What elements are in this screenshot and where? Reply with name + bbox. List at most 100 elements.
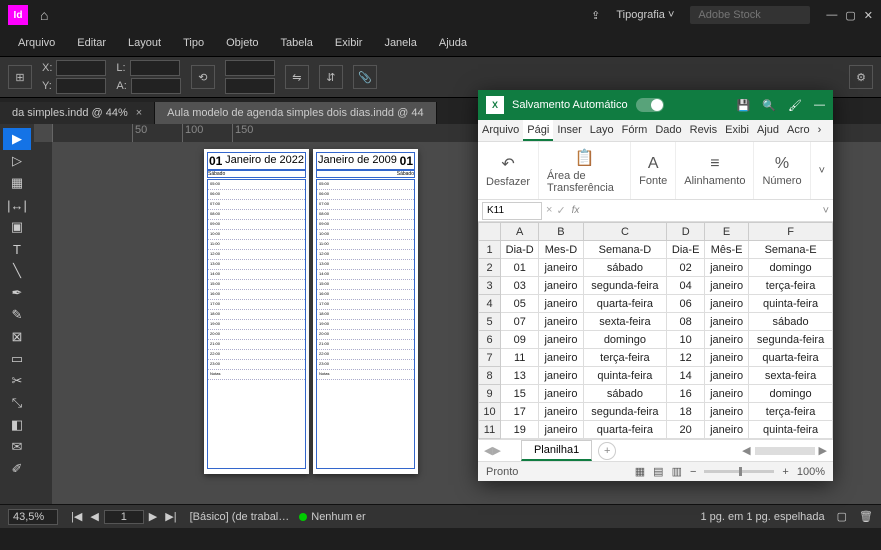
save-icon[interactable]: 💾 <box>737 99 751 112</box>
pen-tool[interactable]: ✒ <box>3 282 31 304</box>
minimize-button[interactable]: — <box>826 9 837 22</box>
formula-input[interactable] <box>583 202 818 220</box>
direct-selection-tool[interactable]: ▷ <box>3 150 31 172</box>
workspace-switcher[interactable]: Tipografia ˅ <box>616 9 674 21</box>
settings-icon[interactable]: ⚙ <box>849 65 873 89</box>
y-input[interactable] <box>56 78 106 94</box>
xl-tab-pagina[interactable]: Pági <box>523 120 553 141</box>
trash-icon[interactable]: 🗑 <box>859 510 873 523</box>
xl-tab-ajuda[interactable]: Ajud <box>753 120 783 141</box>
zoom-percent[interactable]: 100% <box>797 466 825 478</box>
menu-objeto[interactable]: Objeto <box>216 33 268 53</box>
xl-tab-layout[interactable]: Layo <box>586 120 618 141</box>
zoom-slider[interactable] <box>704 470 774 473</box>
last-page-icon[interactable]: ▶| <box>162 510 179 523</box>
excel-minimize-button[interactable]: — <box>814 99 825 111</box>
cancel-formula-icon[interactable]: × <box>546 204 552 217</box>
zoom-out-icon[interactable]: − <box>690 466 696 478</box>
menu-layout[interactable]: Layout <box>118 33 171 53</box>
a-input[interactable] <box>131 78 181 94</box>
menu-janela[interactable]: Janela <box>374 33 426 53</box>
ribbon-alignment[interactable]: ≡Alinhamento <box>676 142 754 199</box>
normal-view-icon[interactable]: ▦ <box>635 465 645 478</box>
maximize-button[interactable]: ▢ <box>845 9 855 22</box>
first-page-icon[interactable]: |◀ <box>68 510 85 523</box>
menu-ajuda[interactable]: Ajuda <box>429 33 477 53</box>
page-layout-view-icon[interactable]: ▤ <box>653 465 663 478</box>
close-button[interactable]: ✕ <box>864 9 873 22</box>
left-page[interactable]: 01Janeiro de 2022 Sábado 05:0006:0007:00… <box>204 149 309 474</box>
attach-icon[interactable]: 📎 <box>353 65 377 89</box>
name-box-input[interactable] <box>482 202 542 220</box>
flip-v-icon[interactable]: ⇵ <box>319 65 343 89</box>
autosave-label: Salvamento Automático <box>512 99 628 111</box>
flip-h-icon[interactable]: ⇋ <box>285 65 309 89</box>
rectangle-tool[interactable]: ▭ <box>3 348 31 370</box>
autosave-toggle[interactable] <box>636 98 664 112</box>
ribbon-number[interactable]: %Número <box>754 142 810 199</box>
stock-search-input[interactable] <box>690 6 810 24</box>
xl-tab-arquivo[interactable]: Arquivo <box>478 120 523 141</box>
zoom-input[interactable] <box>8 509 58 525</box>
rectangle-frame-tool[interactable]: ⊠ <box>3 326 31 348</box>
expand-formula-icon[interactable]: ˅ <box>823 205 829 217</box>
share-icon[interactable]: ⇪ <box>591 9 600 22</box>
page-input[interactable] <box>104 510 144 524</box>
gradient-tool[interactable]: ◧ <box>3 414 31 436</box>
menu-tabela[interactable]: Tabela <box>271 33 323 53</box>
sheet-next-icon[interactable]: ▶ <box>492 444 500 457</box>
paragraph-style-display[interactable]: [Básico] (de trabal… <box>190 511 290 523</box>
excel-grid[interactable]: ABCDEF1Dia-DMes-DSemana-DDia-EMês-ESeman… <box>478 222 833 439</box>
xl-tab-overflow-icon[interactable]: › <box>814 120 826 141</box>
prev-page-icon[interactable]: ◀ <box>87 510 101 523</box>
reference-point-icon[interactable]: ⊞ <box>8 65 32 89</box>
menu-exibir[interactable]: Exibir <box>325 33 373 53</box>
home-icon[interactable]: ⌂ <box>40 7 48 23</box>
add-sheet-button[interactable]: + <box>598 442 616 460</box>
sheet-prev-icon[interactable]: ◀ <box>484 444 492 457</box>
zoom-in-icon[interactable]: + <box>782 466 788 478</box>
gap-tool[interactable]: |↔| <box>3 194 31 216</box>
preflight-status[interactable]: Nenhum er <box>299 511 365 523</box>
menu-arquivo[interactable]: Arquivo <box>8 33 65 53</box>
ribbon-font[interactable]: AFonte <box>631 142 676 199</box>
enter-formula-icon[interactable]: ✓ <box>556 204 565 217</box>
doc-tab-0[interactable]: da simples.indd @ 44%× <box>0 102 155 124</box>
transform-icon[interactable]: ⟲ <box>191 65 215 89</box>
sheet-tab[interactable]: Planilha1 <box>521 440 592 461</box>
brush-icon[interactable]: 🖌 <box>788 99 802 112</box>
page-break-view-icon[interactable]: ▥ <box>672 465 682 478</box>
eyedropper-tool[interactable]: ✐ <box>3 458 31 480</box>
note-tool[interactable]: ✉ <box>3 436 31 458</box>
ribbon-clipboard[interactable]: 📋Área de Transferência <box>539 142 631 199</box>
xl-tab-acrobat[interactable]: Acro <box>783 120 814 141</box>
next-page-icon[interactable]: ▶ <box>146 510 160 523</box>
shear-input[interactable] <box>225 78 275 94</box>
rotate-input[interactable] <box>225 60 275 76</box>
l-input[interactable] <box>130 60 180 76</box>
selection-tool[interactable]: ▶ <box>3 128 31 150</box>
xl-tab-exibir[interactable]: Exibi <box>721 120 753 141</box>
transform-tool[interactable]: ⤡ <box>3 392 31 414</box>
right-page[interactable]: Janeiro de 200901 Sábado 05:0006:0007:00… <box>313 149 418 474</box>
xl-tab-inserir[interactable]: Inser <box>553 120 585 141</box>
doc-tab-1[interactable]: Aula modelo de agenda simples dois dias.… <box>155 102 436 124</box>
ribbon-collapse[interactable]: ˅ <box>811 142 833 199</box>
line-tool[interactable]: ╲ <box>3 260 31 282</box>
menu-editar[interactable]: Editar <box>67 33 116 53</box>
xl-tab-formulas[interactable]: Fórm <box>618 120 652 141</box>
close-tab-icon[interactable]: × <box>136 107 142 119</box>
xl-tab-revisao[interactable]: Revis <box>686 120 722 141</box>
pencil-tool[interactable]: ✎ <box>3 304 31 326</box>
search-icon[interactable]: 🔍 <box>762 99 776 112</box>
type-tool[interactable]: T <box>3 238 31 260</box>
x-input[interactable] <box>56 60 106 76</box>
scissors-tool[interactable]: ✂ <box>3 370 31 392</box>
content-collector-tool[interactable]: ▣ <box>3 216 31 238</box>
screen-mode-icon[interactable]: ▢ <box>837 510 847 523</box>
fx-icon[interactable]: fx <box>572 205 580 216</box>
xl-tab-dados[interactable]: Dado <box>651 120 685 141</box>
menu-tipo[interactable]: Tipo <box>173 33 214 53</box>
page-tool[interactable]: ▦ <box>3 172 31 194</box>
ribbon-undo[interactable]: ↶Desfazer <box>478 142 539 199</box>
